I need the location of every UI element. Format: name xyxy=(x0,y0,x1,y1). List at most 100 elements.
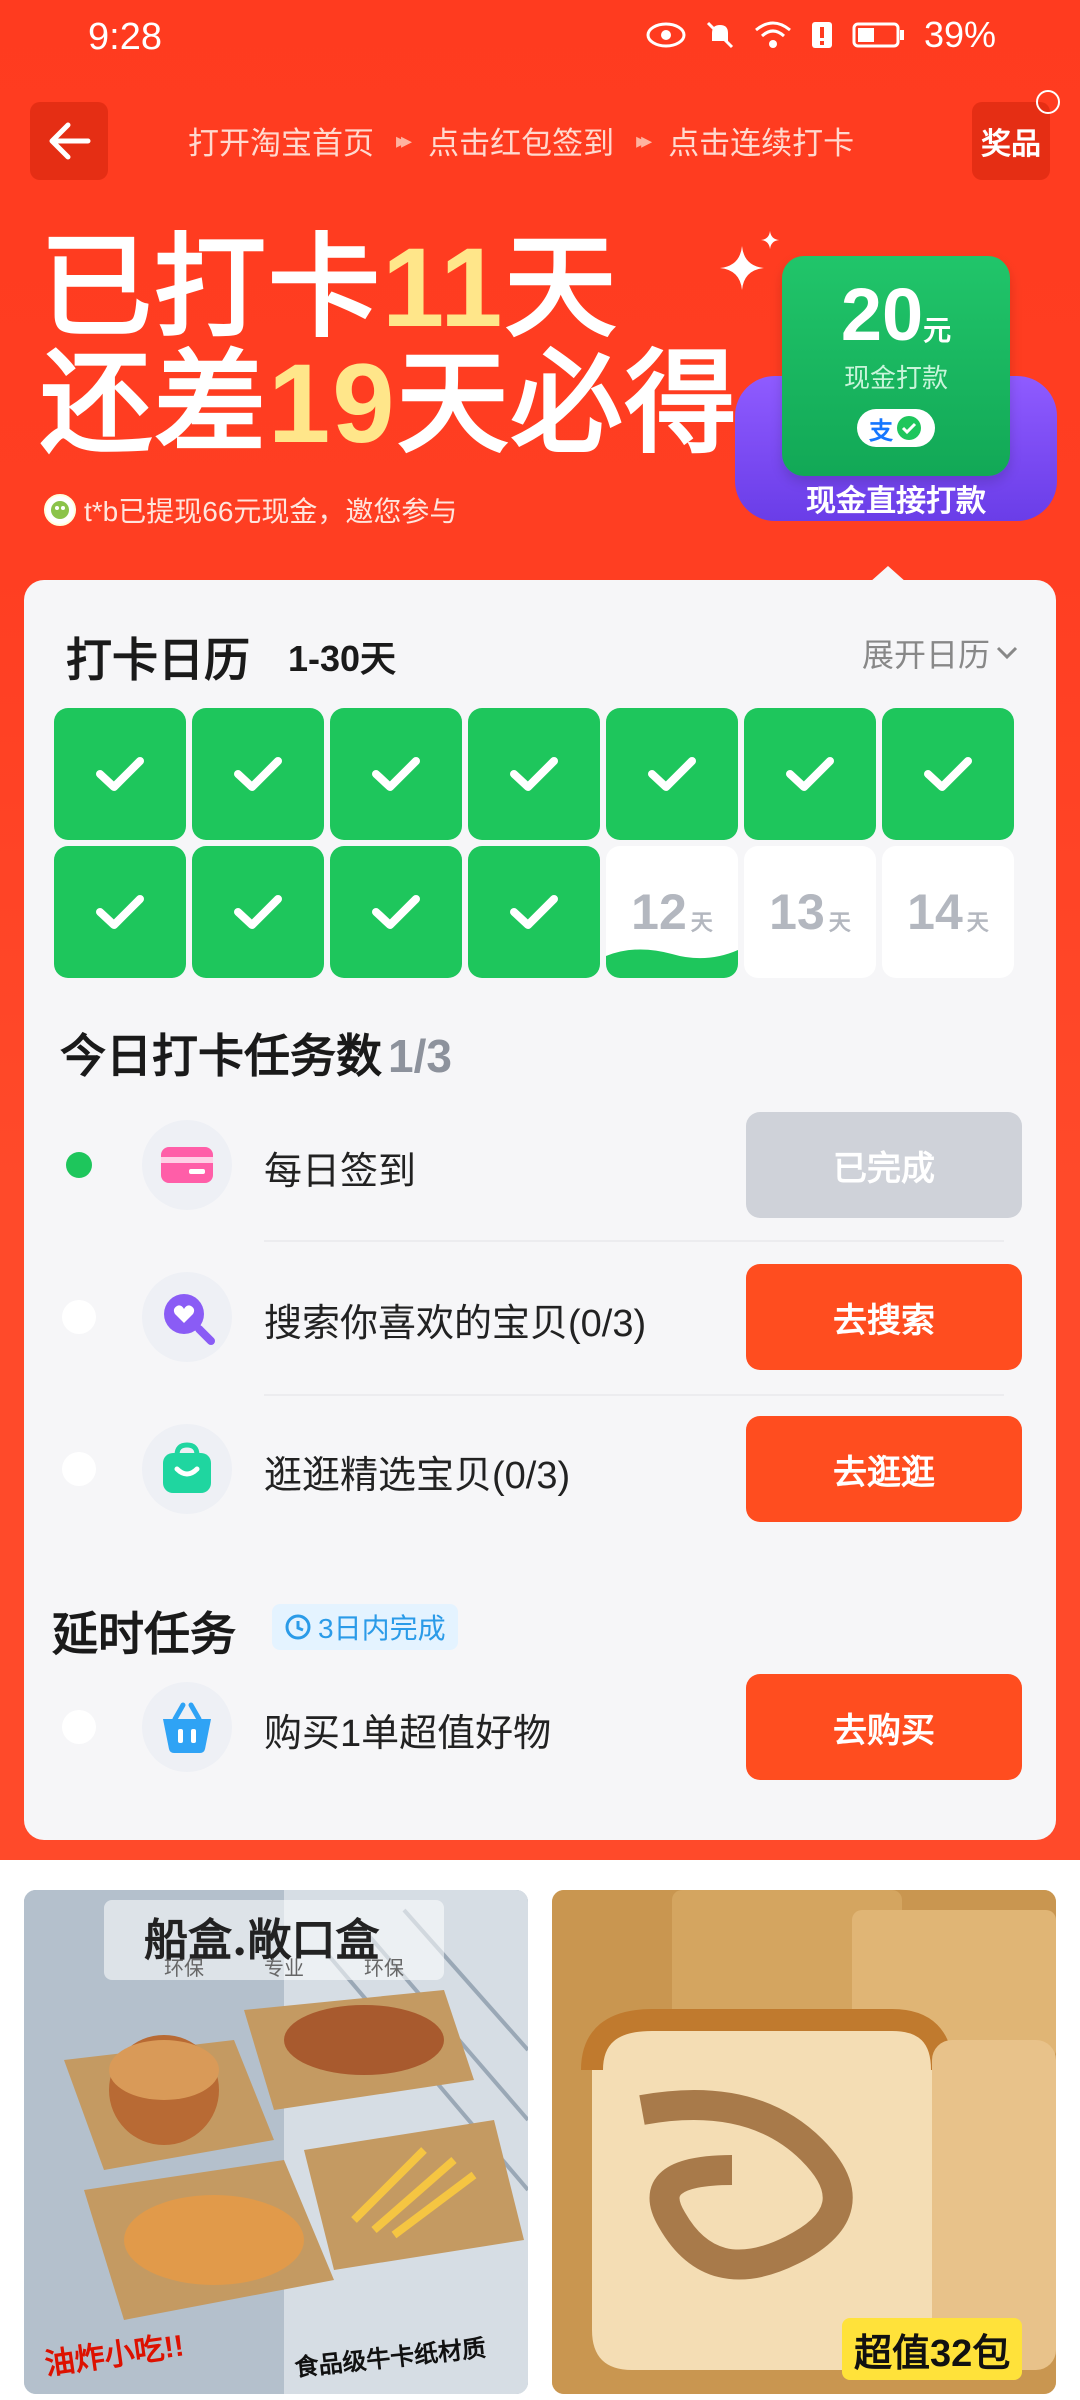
payment-logo: 支 xyxy=(857,409,935,447)
task-label: 购买1单超值好物 xyxy=(264,1713,552,1755)
reward-sub: 现金打款 xyxy=(843,363,948,393)
product-card[interactable]: 船盒.敞口盒 环保 专业 环保 油炸小吃!! 食品级牛卡纸材质 xyxy=(24,1890,528,2394)
eye-icon xyxy=(646,22,686,48)
calendar-day-unit: 天 xyxy=(828,910,851,935)
headline-suffix: 天 xyxy=(504,225,619,350)
battery-icon xyxy=(852,22,904,48)
tasks-title: 今日打卡任务数 1/3 xyxy=(60,1020,452,1086)
go-buy-button[interactable]: 去购买 xyxy=(746,1674,1022,1780)
double-arrow-icon: ▸▸ xyxy=(396,127,412,153)
deadline-badge: 3日内完成 xyxy=(272,1604,458,1650)
card-icon xyxy=(142,1120,232,1210)
task-status-dot xyxy=(66,1152,92,1178)
progress-wave xyxy=(606,949,738,978)
search-heart-icon xyxy=(142,1272,232,1362)
status-icons: 39% xyxy=(646,14,996,56)
check-icon xyxy=(372,757,420,791)
calendar-range: 1-30天 xyxy=(288,638,397,679)
task-row-browse: 逛逛精选宝贝(0/3) 去逛逛 xyxy=(24,1394,1056,1544)
social-proof-text: t*b已提现66元现金，邀您参与 xyxy=(84,496,458,527)
go-browse-button[interactable]: 去逛逛 xyxy=(746,1416,1022,1522)
task-label: 每日签到 xyxy=(264,1151,417,1193)
calendar-day-checked xyxy=(468,846,600,978)
chevron-down-icon xyxy=(996,646,1018,660)
calendar-grid: 12 天 13 天 14 天 xyxy=(54,708,1018,978)
check-icon xyxy=(234,895,282,929)
calendar-day-checked xyxy=(744,708,876,840)
task-status-dot xyxy=(62,1710,96,1744)
go-search-button[interactable]: 去搜索 xyxy=(746,1264,1022,1370)
expand-label: 展开日历 xyxy=(861,637,990,673)
check-icon xyxy=(924,757,972,791)
calendar-day-checked xyxy=(54,846,186,978)
days-remaining: 19 xyxy=(268,341,397,466)
task-row-purchase: 购买1单超值好物 去购买 xyxy=(24,1652,1056,1802)
headline-prefix: 已打卡 xyxy=(40,225,382,350)
reward-base-label: 现金直接打款 xyxy=(806,485,986,518)
checkin-headline: 已打卡11天 xyxy=(40,232,618,344)
mute-bell-icon xyxy=(706,21,733,49)
completed-button[interactable]: 已完成 xyxy=(746,1112,1022,1218)
deadline-text: 3日内完成 xyxy=(318,1613,446,1644)
task-label: 搜索你喜欢的宝贝(0/3) xyxy=(264,1303,647,1345)
price-tag-text: 超值32包 xyxy=(854,2332,1011,2375)
calendar-day-pending: 13 天 xyxy=(744,846,876,978)
status-time: 9:28 xyxy=(88,16,162,58)
back-button[interactable] xyxy=(30,102,108,180)
alipay-icon: 支 xyxy=(869,417,893,445)
check-icon xyxy=(372,895,420,929)
calendar-day-number: 12 xyxy=(631,884,687,940)
battery-level: 39% xyxy=(923,14,996,55)
sparkle-icon xyxy=(760,230,780,250)
check-icon xyxy=(234,757,282,791)
calendar-day-unit: 天 xyxy=(966,910,989,935)
headline-prefix: 还差 xyxy=(40,341,268,466)
alert-icon xyxy=(811,22,832,48)
calendar-day-checked xyxy=(54,708,186,840)
step-3: 点击连续打卡 xyxy=(668,126,855,161)
task-status-dot xyxy=(62,1452,96,1486)
social-proof: t*b已提现66元现金，邀您参与 xyxy=(44,490,457,530)
reward-card[interactable]: 20元 现金打款 支 xyxy=(782,256,1010,476)
expand-calendar-button[interactable]: 展开日历 xyxy=(862,630,1018,676)
task-status-dot xyxy=(62,1300,96,1334)
task-label: 逛逛精选宝贝(0/3) xyxy=(264,1455,571,1497)
reward-amount: 20元 xyxy=(840,273,952,356)
step-guide: 打开淘宝首页 ▸▸ 点击红包签到 ▸▸ 点击连续打卡 xyxy=(188,118,854,163)
check-icon xyxy=(510,757,558,791)
check-icon xyxy=(786,757,834,791)
prize-button[interactable]: 奖品 xyxy=(972,102,1050,180)
calendar-day-checked xyxy=(606,708,738,840)
headline-suffix: 天必得 xyxy=(396,341,739,466)
clock-icon xyxy=(285,1614,311,1640)
calendar-day-checked xyxy=(468,708,600,840)
tasks-progress: 1/3 xyxy=(388,1030,452,1082)
remaining-headline: 还差19天必得 xyxy=(40,348,739,460)
avatar xyxy=(44,494,76,526)
notification-dot xyxy=(1036,90,1060,114)
calendar-day-checked xyxy=(882,708,1014,840)
calendar-day-pending: 14 天 xyxy=(882,846,1014,978)
calendar-day-today: 12 天 xyxy=(606,846,738,978)
sparkle-icon xyxy=(720,246,764,290)
status-bar: 9:28 39% xyxy=(0,0,1080,80)
price-tag: 超值32包 xyxy=(842,2318,1023,2380)
task-row-daily-signin: 每日签到 已完成 xyxy=(24,1090,1056,1240)
days-checked: 11 xyxy=(382,225,505,350)
calendar-title: 打卡日历 xyxy=(66,634,250,686)
calendar-day-checked xyxy=(192,846,324,978)
arrow-left-icon xyxy=(49,122,91,160)
shopping-bag-icon xyxy=(142,1424,232,1514)
calendar-day-unit: 天 xyxy=(690,910,713,935)
product-banner-sub: 环保 专业 环保 xyxy=(164,1958,404,1980)
step-1: 打开淘宝首页 xyxy=(188,126,374,161)
double-arrow-icon: ▸▸ xyxy=(636,127,652,153)
wifi-icon xyxy=(754,21,791,48)
product-card[interactable]: 超值32包 xyxy=(552,1890,1056,2394)
check-icon xyxy=(96,757,144,791)
check-icon xyxy=(96,895,144,929)
calendar-day-checked xyxy=(330,846,462,978)
calendar-day-checked xyxy=(330,708,462,840)
calendar-day-number: 13 xyxy=(769,884,825,940)
wechat-check-icon xyxy=(897,416,921,440)
